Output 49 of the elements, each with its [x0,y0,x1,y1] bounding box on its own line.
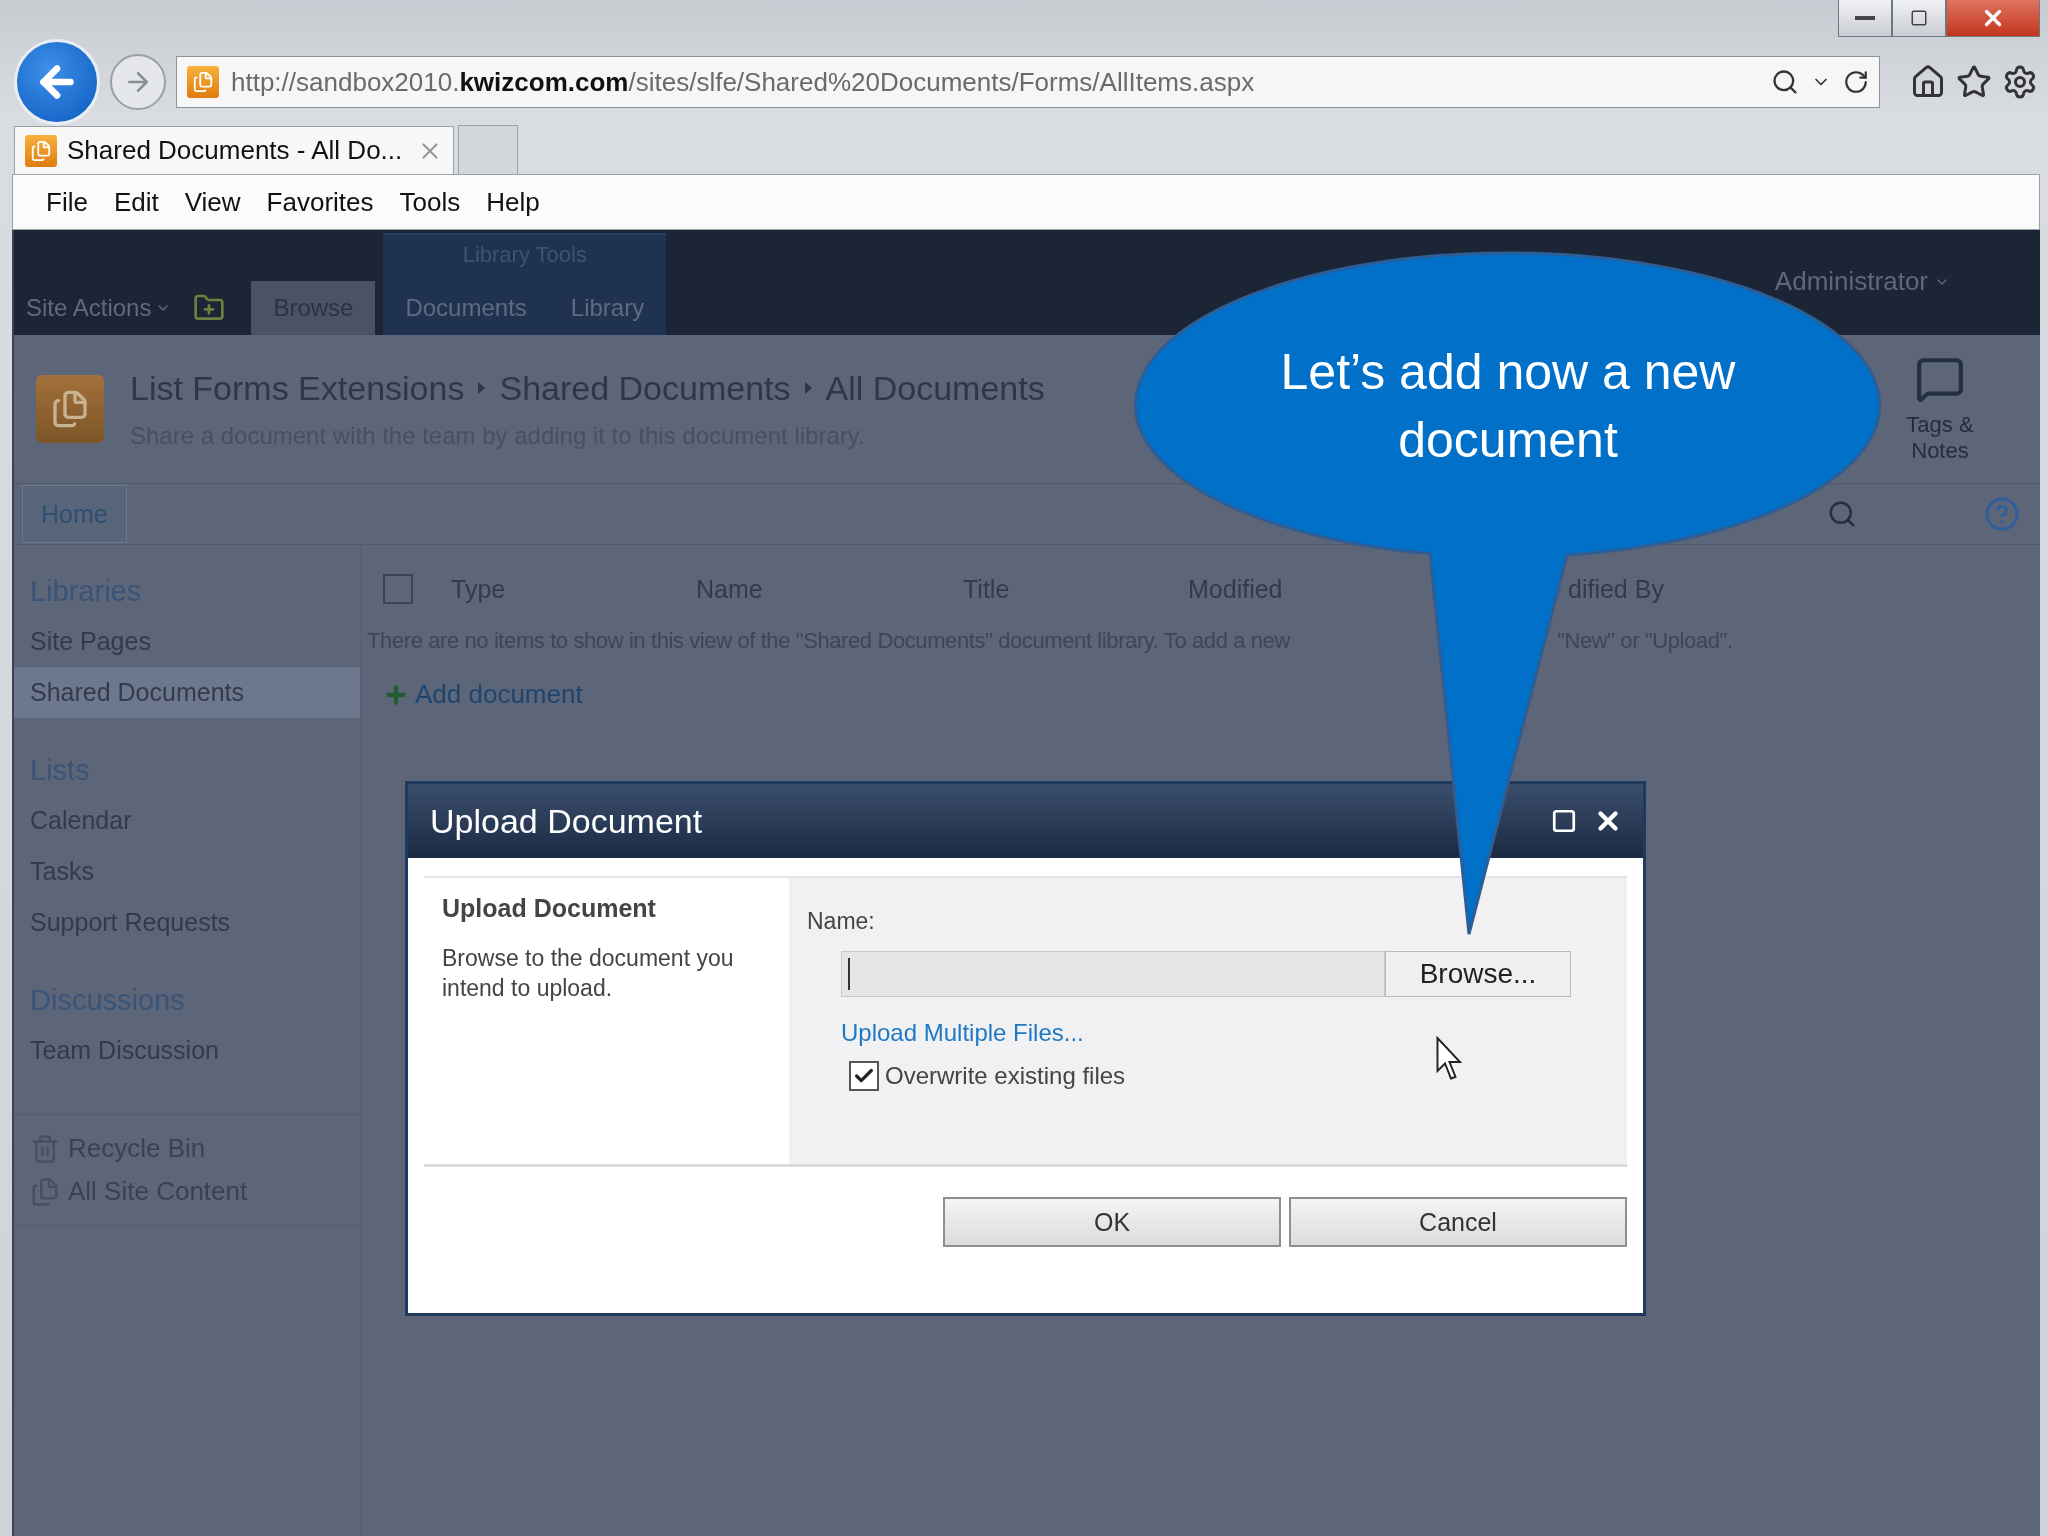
browser-tab[interactable]: Shared Documents - All Do... [14,126,454,174]
menu-item[interactable]: Help [473,182,553,222]
checkbox-label: Overwrite existing files [885,1062,1126,1090]
maximize-icon [1910,9,1928,27]
overwrite-checkbox[interactable] [849,1061,879,1091]
add-document-link[interactable]: Add document [415,679,583,710]
minimize-button[interactable] [1838,0,1892,37]
file-input-field[interactable] [841,951,1385,997]
menu-item[interactable]: Tools [386,182,474,222]
section-text: Browse to the document you intend to upload. [442,944,735,1003]
menu-item[interactable]: Favorites [253,182,387,222]
address-text: http://sandbox2010.kwizcom.com/sites/slfe/Shared%20Documents/Forms/AllItems.aspx [231,66,1256,98]
browse-button[interactable]: Browse... [1385,951,1571,997]
search-icon[interactable] [1771,68,1799,96]
site-icon [187,66,219,98]
ribbon-tab[interactable]: Library [548,281,667,335]
breadcrumb-arrow-icon [804,382,812,394]
minimize-icon [1855,16,1875,20]
name-label: Name: [807,908,876,935]
breadcrumb-arrow-icon [478,382,486,394]
star-icon[interactable] [1956,64,1992,100]
menu-item[interactable]: Edit [100,182,172,222]
section-title: Upload Document [442,894,657,923]
upload-multiple-link[interactable]: Upload Multiple Files... [841,1019,1084,1047]
cancel-button[interactable]: Cancel [1289,1197,1627,1247]
menu-item[interactable]: View [171,182,254,222]
maximize-icon[interactable] [1551,808,1577,834]
site-icon [25,134,57,167]
ok-button[interactable]: OK [943,1197,1281,1247]
settings-icon[interactable] [2002,64,2038,100]
dialog-title: Upload Document [430,801,704,841]
bin-icon [30,1133,60,1164]
maximize-button[interactable] [1892,0,1946,37]
nav-link[interactable]: Shared Documents [14,667,360,718]
refresh-icon[interactable] [1843,69,1869,95]
address-field[interactable]: http://sandbox2010.kwizcom.com/sites/slfe/Shared%20Documents/Forms/AllItems.aspx [176,56,1880,108]
home-icon[interactable] [1910,64,1946,100]
site-actions-menu[interactable]: Site Actions [26,281,172,335]
user-menu[interactable]: Administrator [1764,266,1950,297]
ribbon-tab[interactable]: Documents [383,281,549,335]
callout-text: Let’s add now a new document [1279,343,1737,470]
tab-title: Shared Documents - All Do... [67,135,403,166]
documents-icon [30,1176,60,1207]
tags-notes-label[interactable]: Tags & Notes [1900,412,1980,464]
forward-button[interactable] [110,54,166,110]
menu-item[interactable]: File [33,182,101,222]
site-logo [36,375,104,443]
select-all-checkbox[interactable] [383,574,413,604]
close-button[interactable] [1946,0,2040,37]
